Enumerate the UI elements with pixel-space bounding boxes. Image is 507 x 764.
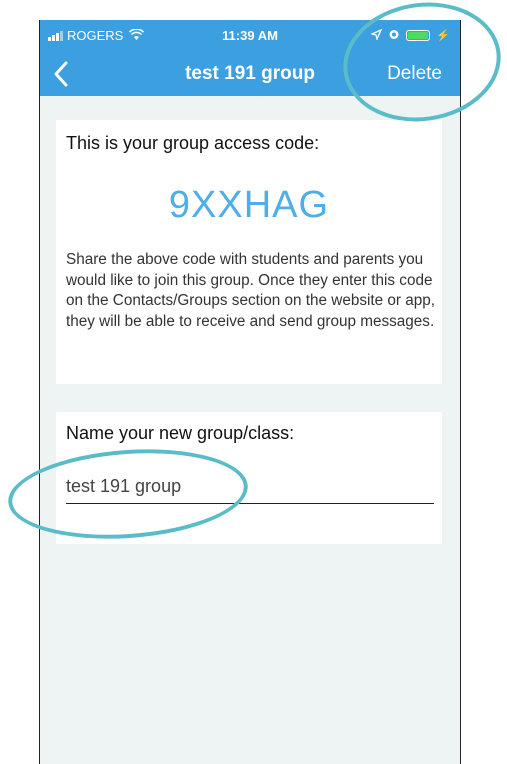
phone-screen: ROGERS 11:39 AM ⚡ test 191 group Delete … xyxy=(39,20,461,764)
group-name-input[interactable] xyxy=(66,470,434,504)
location-icon xyxy=(370,28,383,43)
alarm-icon xyxy=(388,28,400,43)
battery-icon xyxy=(406,30,431,41)
nav-bar: test 191 group Delete xyxy=(40,52,460,96)
group-name-heading: Name your new group/class: xyxy=(66,423,295,443)
delete-button[interactable]: Delete xyxy=(387,63,442,85)
header-bar: ROGERS 11:39 AM ⚡ test 191 group Delete xyxy=(40,20,460,96)
group-name-card: Name your new group/class: xyxy=(56,412,442,544)
charging-icon: ⚡ xyxy=(436,30,450,42)
access-code-heading: This is your group access code: xyxy=(66,133,320,153)
status-right: ⚡ xyxy=(370,28,450,43)
access-code-card: This is your group access code: 9XXHAG S… xyxy=(56,120,442,384)
access-code-value: 9XXHAG xyxy=(168,184,330,226)
access-code-description: Share the above code with students and p… xyxy=(66,251,436,330)
status-bar: ROGERS 11:39 AM ⚡ xyxy=(40,20,460,50)
